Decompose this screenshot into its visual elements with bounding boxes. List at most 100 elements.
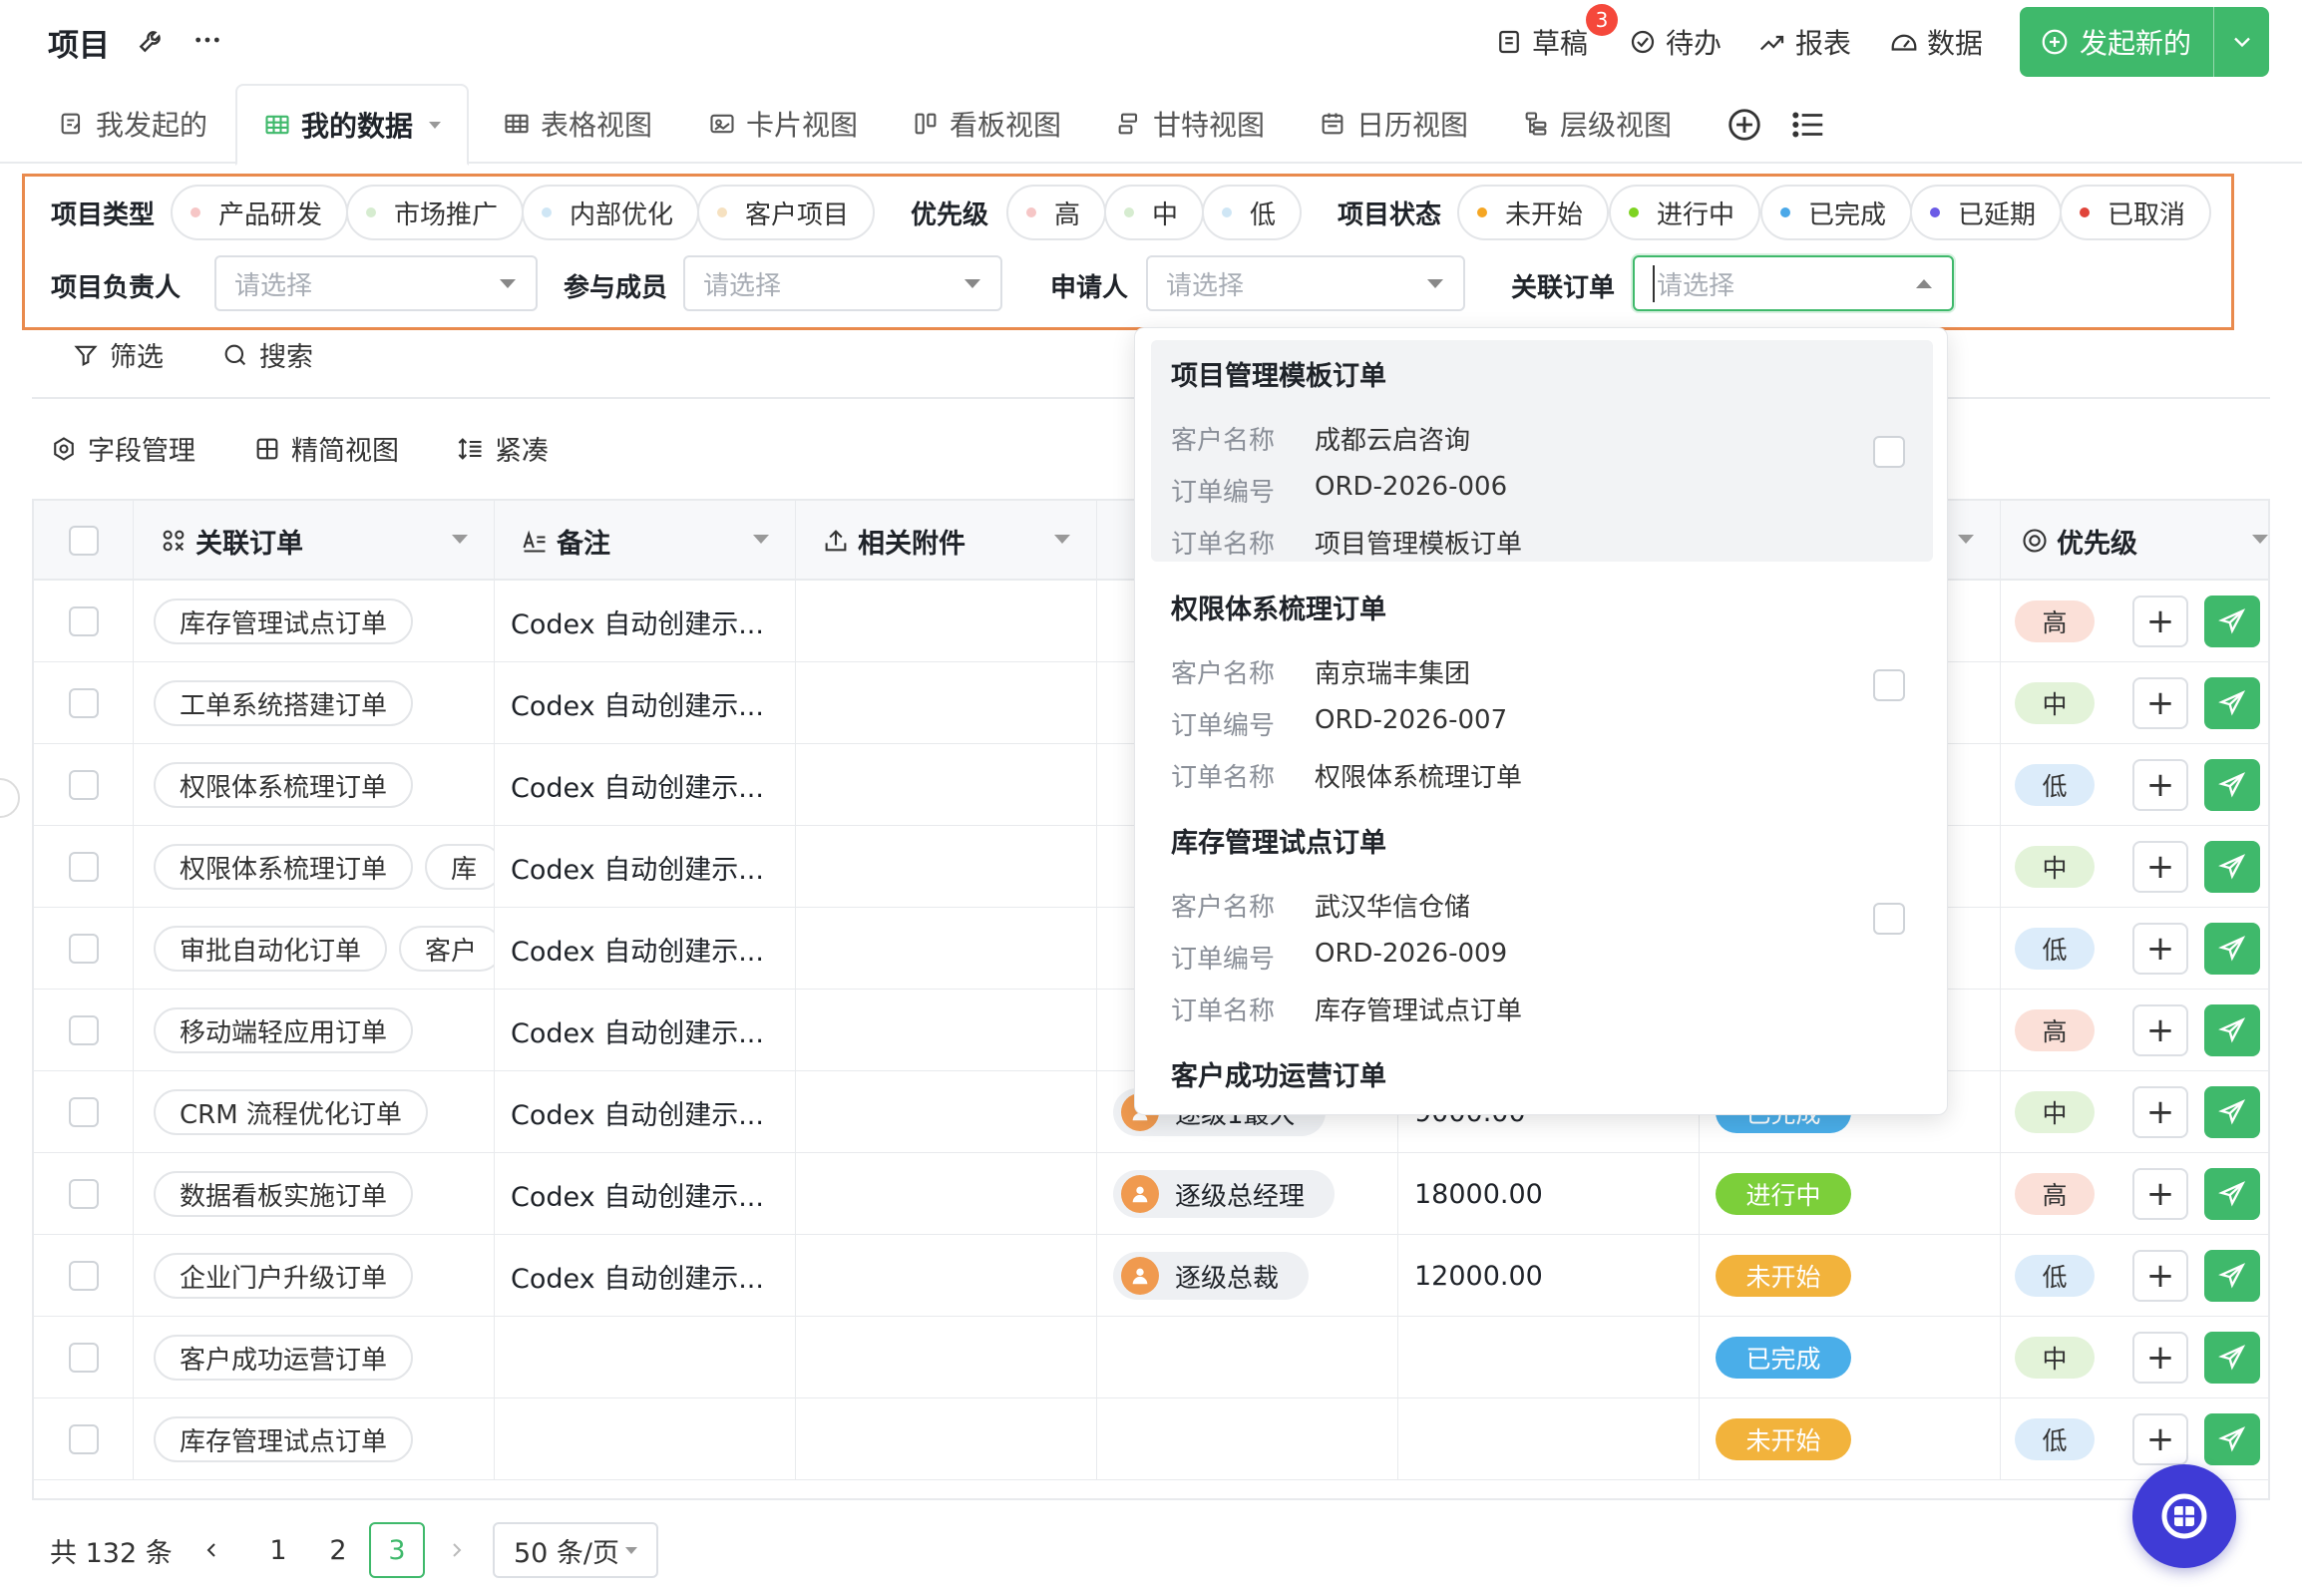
order-tag[interactable]: 企业门户升级订单 — [154, 1253, 414, 1299]
add-button[interactable]: + — [2132, 1332, 2188, 1384]
attachment-cell[interactable] — [796, 1317, 1097, 1398]
status-chip[interactable]: 进行中 — [1609, 185, 1761, 240]
type-chip[interactable]: 客户项目 — [697, 185, 876, 240]
priority-cell[interactable]: 低 + — [2001, 908, 2268, 990]
add-button[interactable]: + — [2132, 1086, 2188, 1138]
priority-cell[interactable]: 低 + — [2001, 1398, 2268, 1480]
priority-chip[interactable]: 高 — [1006, 185, 1107, 240]
page-button[interactable]: 2 — [313, 1522, 363, 1578]
status-cell[interactable]: 已完成 — [1700, 1317, 2001, 1398]
add-button[interactable]: + — [2132, 677, 2188, 729]
approver-cell[interactable] — [1097, 1317, 1398, 1398]
status-chip[interactable]: 已完成 — [1760, 185, 1913, 240]
attachment-cell[interactable] — [796, 662, 1097, 744]
attachment-cell[interactable] — [796, 1153, 1097, 1235]
row-checkbox[interactable] — [68, 1424, 99, 1454]
more-icon[interactable] — [192, 24, 223, 56]
priority-cell[interactable]: 中 + — [2001, 662, 2268, 744]
order-tag[interactable]: 库存管理试点订单 — [154, 1416, 414, 1462]
order-tag[interactable]: 客户成功运营订单 — [154, 1335, 414, 1381]
search-button[interactable]: 搜索 — [221, 335, 313, 374]
note-cell[interactable]: Codex 自动创建示... — [495, 744, 796, 826]
status-cell[interactable]: 未开始 — [1700, 1235, 2001, 1317]
send-button[interactable] — [2204, 1004, 2260, 1056]
row-checkbox[interactable] — [68, 1261, 99, 1291]
note-cell[interactable]: Codex 自动创建示... — [495, 990, 796, 1071]
option-checkbox[interactable] — [1873, 436, 1905, 468]
note-cell[interactable]: Codex 自动创建示... — [495, 1071, 796, 1153]
send-button[interactable] — [2204, 841, 2260, 893]
order-cell[interactable]: 工单系统搭建订单 — [134, 662, 495, 744]
order-cell[interactable]: 企业门户升级订单 — [134, 1235, 495, 1317]
order-tag[interactable]: CRM 流程优化订单 — [154, 1089, 428, 1135]
draft-button[interactable]: 草稿 — [1494, 22, 1588, 62]
tab-gantt-view[interactable]: 甘特视图 — [1115, 84, 1265, 164]
page-button-current[interactable]: 3 — [369, 1522, 425, 1578]
approver-cell[interactable] — [1097, 1398, 1398, 1480]
column-order[interactable]: 关联订单 — [134, 501, 495, 581]
attachment-cell[interactable] — [796, 581, 1097, 662]
option-checkbox[interactable] — [1873, 903, 1905, 935]
order-option[interactable]: 项目管理模板订单 客户名称 成都云启咨询 订单编号 ORD-2026-006 订… — [1151, 340, 1933, 562]
order-tag[interactable]: 库存管理试点订单 — [154, 598, 414, 644]
order-tag[interactable]: 审批自动化订单 — [154, 926, 388, 972]
add-button[interactable]: + — [2132, 1250, 2188, 1302]
order-cell[interactable]: 审批自动化订单 客户 — [134, 908, 495, 990]
row-checkbox[interactable] — [68, 1179, 99, 1209]
table-row[interactable]: 企业门户升级订单 Codex 自动创建示... 逐级总裁 12000.00 未开… — [34, 1235, 2268, 1317]
tab-kanban-view[interactable]: 看板视图 — [912, 84, 1061, 164]
add-button[interactable]: + — [2132, 1004, 2188, 1056]
order-cell[interactable]: 移动端轻应用订单 — [134, 990, 495, 1071]
tab-calendar-view[interactable]: 日历视图 — [1319, 84, 1468, 164]
row-checkbox[interactable] — [68, 606, 99, 636]
order-option[interactable]: 客户成功运营订单 — [1151, 1040, 1933, 1114]
note-cell[interactable]: Codex 自动创建示... — [495, 662, 796, 744]
amount-cell[interactable]: 12000.00 — [1398, 1235, 1700, 1317]
send-button[interactable] — [2204, 923, 2260, 975]
send-button[interactable] — [2204, 1086, 2260, 1138]
tab-table-view[interactable]: 表格视图 — [503, 84, 652, 164]
priority-chip[interactable]: 中 — [1104, 185, 1205, 240]
send-button[interactable] — [2204, 1168, 2260, 1220]
attachment-cell[interactable] — [796, 1071, 1097, 1153]
order-cell[interactable]: 数据看板实施订单 — [134, 1153, 495, 1235]
status-chip[interactable]: 已取消 — [2060, 185, 2212, 240]
order-cell[interactable]: 权限体系梳理订单 — [134, 744, 495, 826]
order-cell[interactable]: 库存管理试点订单 — [134, 1398, 495, 1480]
table-row[interactable]: 库存管理试点订单 未开始 低 + — [34, 1398, 2268, 1480]
attachment-cell[interactable] — [796, 1235, 1097, 1317]
priority-cell[interactable]: 低 + — [2001, 744, 2268, 826]
data-button[interactable]: 数据 — [1889, 22, 1983, 62]
note-cell[interactable]: Codex 自动创建示... — [495, 1153, 796, 1235]
priority-cell[interactable]: 中 + — [2001, 1317, 2268, 1398]
note-cell[interactable] — [495, 1398, 796, 1480]
note-cell[interactable]: Codex 自动创建示... — [495, 908, 796, 990]
priority-cell[interactable]: 低 + — [2001, 1235, 2268, 1317]
order-tag[interactable]: 工单系统搭建订单 — [154, 680, 414, 726]
page-size-select[interactable]: 50 条/页 — [493, 1522, 658, 1578]
tab-my-data[interactable]: 我的数据 — [235, 84, 470, 166]
tab-card-view[interactable]: 卡片视图 — [708, 84, 858, 164]
row-checkbox[interactable] — [68, 688, 99, 718]
column-attachment[interactable]: 相关附件 — [796, 501, 1097, 581]
field-manage-button[interactable]: 字段管理 — [50, 429, 195, 468]
add-view-icon[interactable] — [1726, 106, 1763, 144]
priority-cell[interactable]: 中 + — [2001, 1071, 2268, 1153]
attachment-cell[interactable] — [796, 1398, 1097, 1480]
new-button[interactable]: 发起新的 — [2020, 7, 2269, 77]
compact-view-button[interactable]: 精简视图 — [253, 429, 399, 468]
note-cell[interactable]: Codex 自动创建示... — [495, 1235, 796, 1317]
order-cell[interactable]: CRM 流程优化订单 — [134, 1071, 495, 1153]
order-tag[interactable]: 权限体系梳理订单 — [154, 844, 414, 890]
new-dropdown-toggle[interactable] — [2214, 28, 2269, 56]
page-button[interactable]: 1 — [253, 1522, 303, 1578]
priority-cell[interactable]: 高 + — [2001, 1153, 2268, 1235]
amount-cell[interactable]: 18000.00 — [1398, 1153, 1700, 1235]
row-checkbox[interactable] — [68, 852, 99, 882]
column-priority[interactable]: 优先级 — [2001, 501, 2268, 581]
order-cell[interactable]: 库存管理试点订单 — [134, 581, 495, 662]
amount-cell[interactable] — [1398, 1398, 1700, 1480]
status-cell[interactable]: 未开始 — [1700, 1398, 2001, 1480]
tab-hierarchy-view[interactable]: 层级视图 — [1522, 84, 1672, 164]
table-row[interactable]: 数据看板实施订单 Codex 自动创建示... 逐级总经理 18000.00 进… — [34, 1153, 2268, 1235]
